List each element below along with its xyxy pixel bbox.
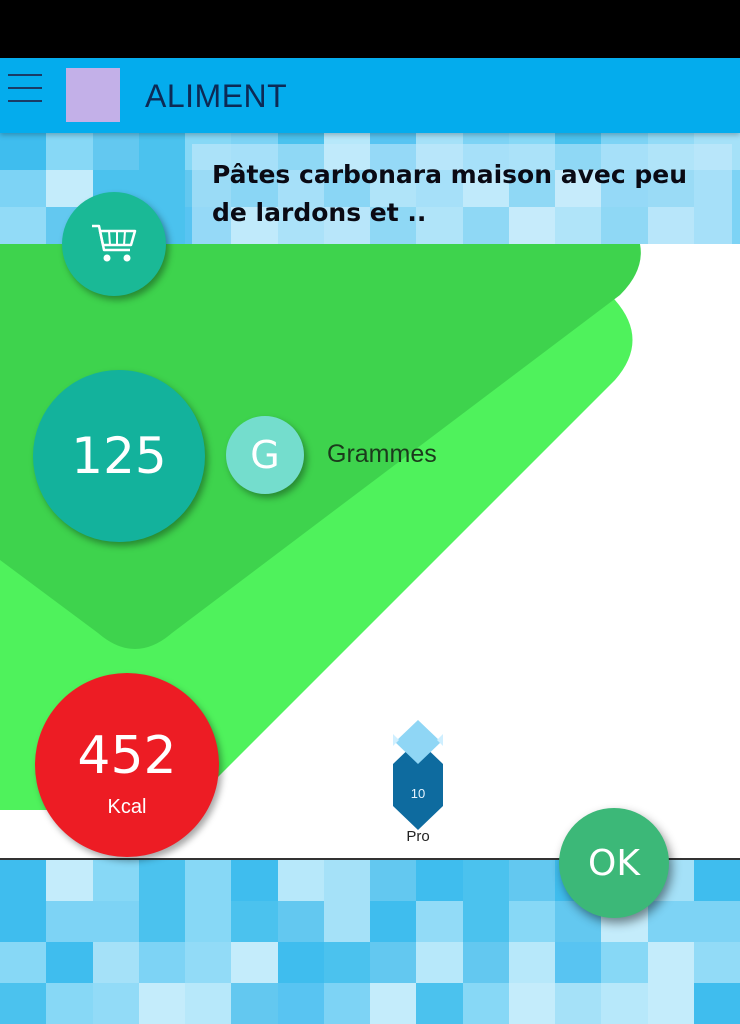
protein-label: Pro: [406, 828, 430, 845]
page-title: ALIMENT: [145, 78, 288, 114]
calories-value: 452: [77, 725, 177, 786]
unit-label: Grammes: [327, 440, 437, 468]
app-bar: ALIMENT: [0, 58, 740, 133]
calories-unit: Kcal: [107, 795, 147, 818]
quantity-value: 125: [71, 427, 167, 485]
quantity-display[interactable]: 125: [33, 370, 205, 542]
protein-value: 10: [410, 786, 426, 801]
unit-letter: G: [250, 433, 280, 477]
protein-gauge-shape: [393, 720, 443, 830]
food-name: Pâtes carbonara maison avec peu de lardo…: [192, 144, 732, 244]
unit-selector-button[interactable]: G: [226, 416, 304, 494]
shopping-cart-icon: [92, 224, 137, 262]
ok-button[interactable]: OK: [559, 808, 669, 918]
calories-display: 452 Kcal: [35, 673, 219, 857]
ok-label: OK: [588, 842, 640, 884]
hamburger-menu-icon[interactable]: [8, 72, 42, 104]
add-to-cart-button[interactable]: [62, 192, 166, 296]
protein-indicator: 10: [392, 718, 444, 830]
app-logo: [66, 68, 120, 122]
